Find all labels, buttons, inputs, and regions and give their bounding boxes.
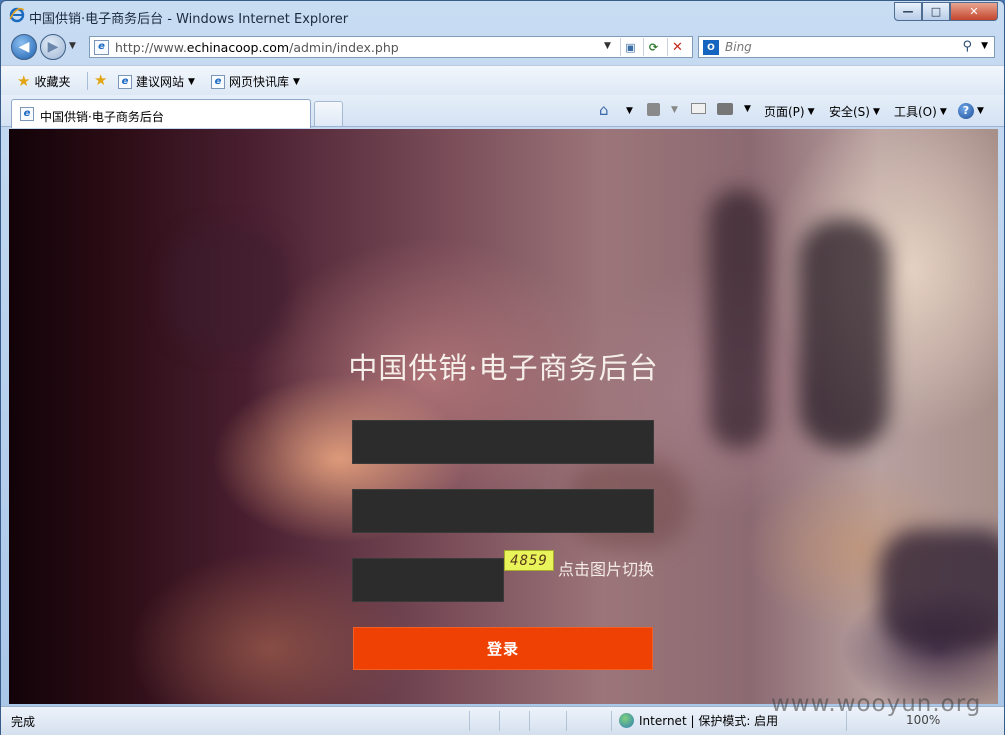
- help-icon: ?: [958, 103, 974, 119]
- ie-window: 中国供销·电子商务后台 - Windows Internet Explorer …: [0, 0, 1005, 735]
- refresh-icon[interactable]: ⟳: [643, 38, 663, 56]
- print-icon: [717, 103, 733, 115]
- chevron-down-icon: ▼: [939, 106, 947, 117]
- help-button[interactable]: ? ▼: [958, 103, 984, 119]
- compatibility-view-icon[interactable]: ▣: [620, 38, 640, 56]
- internet-globe-icon: [619, 713, 634, 728]
- back-button[interactable]: ◀: [11, 34, 37, 60]
- home-button[interactable]: ⌂ ▼: [599, 103, 633, 118]
- safety-menu[interactable]: 安全(S) ▼: [829, 103, 880, 120]
- background-image: [799, 219, 889, 449]
- page-title: 中国供销·电子商务后台: [348, 351, 659, 385]
- favorites-star-icon: ★: [17, 72, 31, 90]
- background-image: [169, 229, 289, 349]
- add-to-favorites-bar-button[interactable]: ★: [94, 73, 107, 88]
- rss-feed-icon: [647, 103, 660, 116]
- background-image: [709, 189, 769, 449]
- favorites-label: 收藏夹: [34, 75, 71, 89]
- login-button[interactable]: 登录: [353, 627, 653, 670]
- divider: [469, 711, 470, 731]
- navigation-bar: ◀ ▶ ▼ e http://www.echinacoop.com/admin/…: [1, 31, 1004, 63]
- captcha-image[interactable]: 4859: [504, 550, 554, 571]
- search-provider-icon: O: [703, 40, 719, 55]
- username-input[interactable]: [352, 420, 654, 464]
- search-box[interactable]: O Bing ⚲ ▼: [698, 36, 995, 58]
- favorites-bar: ★ 收藏夹 ★ e 建议网站 ▼ e 网页快讯库 ▼: [1, 65, 1004, 95]
- ie-page-icon: e: [211, 74, 225, 89]
- address-dropdown-icon[interactable]: ▼: [604, 41, 611, 51]
- watermark: www.wooyun.org: [771, 691, 982, 717]
- address-url[interactable]: http://www.echinacoop.com/admin/index.ph…: [115, 40, 399, 55]
- page-menu[interactable]: 页面(P) ▼: [764, 103, 815, 120]
- close-button[interactable]: ✕: [950, 2, 998, 21]
- maximize-button[interactable]: □: [922, 2, 950, 21]
- ie-page-icon: e: [118, 74, 132, 89]
- title-bar: 中国供销·电子商务后台 - Windows Internet Explorer …: [1, 1, 1004, 31]
- divider: [529, 711, 530, 731]
- window-title: 中国供销·电子商务后台 - Windows Internet Explorer: [29, 12, 349, 27]
- new-tab-button[interactable]: [314, 101, 343, 126]
- stop-icon[interactable]: ✕: [667, 38, 687, 56]
- chevron-down-icon: ▼: [872, 106, 880, 117]
- recent-pages-dropdown-icon[interactable]: ▼: [69, 41, 76, 51]
- favorites-button[interactable]: ★ 收藏夹: [17, 73, 70, 90]
- forward-button[interactable]: ▶: [40, 34, 66, 60]
- divider: [611, 711, 612, 731]
- tab-active[interactable]: e 中国供销·电子商务后台: [11, 99, 311, 128]
- read-mail-button[interactable]: [691, 103, 706, 114]
- background-image: [879, 529, 998, 649]
- safety-menu-label: 安全(S): [829, 105, 870, 119]
- tab-ie-icon: e: [20, 107, 34, 121]
- favorites-item-web-slice-gallery[interactable]: e 网页快讯库 ▼: [211, 73, 300, 90]
- home-icon: ⌂: [599, 101, 609, 119]
- ie-logo-icon: [9, 7, 25, 23]
- fav-label: 网页快讯库: [229, 75, 290, 89]
- divider: [566, 711, 567, 731]
- print-button[interactable]: ▼: [717, 103, 751, 115]
- tab-row: e 中国供销·电子商务后台 ⌂ ▼ ▼ ▼ 页面(P) ▼ 安全(S) ▼ 工具…: [1, 95, 1004, 128]
- page-icon: e: [94, 40, 109, 55]
- captcha-input[interactable]: [352, 558, 504, 602]
- address-bar[interactable]: e http://www.echinacoop.com/admin/index.…: [89, 36, 693, 58]
- chevron-down-icon[interactable]: ▼: [626, 106, 633, 116]
- fav-label: 建议网站: [136, 75, 185, 89]
- divider: [499, 711, 500, 731]
- favorites-item-suggested-sites[interactable]: e 建议网站 ▼: [118, 73, 195, 90]
- minimize-button[interactable]: —: [894, 2, 922, 21]
- add-favorite-star-icon: ★: [94, 71, 108, 89]
- zone-label: Internet | 保护模式: 启用: [639, 714, 779, 728]
- chevron-down-icon[interactable]: ▼: [671, 105, 678, 115]
- tools-menu[interactable]: 工具(O) ▼: [894, 103, 947, 120]
- security-zone[interactable]: Internet | 保护模式: 启用: [619, 712, 778, 729]
- tools-menu-label: 工具(O): [894, 105, 937, 119]
- forward-arrow-icon: ▶: [47, 39, 59, 55]
- page-menu-label: 页面(P): [764, 105, 805, 119]
- search-dropdown-icon[interactable]: ▼: [981, 41, 988, 51]
- chevron-down-icon: ▼: [188, 76, 195, 87]
- back-arrow-icon: ◀: [18, 39, 30, 55]
- mail-icon: [691, 103, 706, 114]
- page-viewport: 中国供销·电子商务后台 4859 点击图片切换 登录: [9, 129, 998, 704]
- chevron-down-icon: ▼: [807, 106, 815, 117]
- captcha-refresh-tip[interactable]: 点击图片切换: [558, 556, 654, 580]
- feeds-button[interactable]: ▼: [647, 103, 678, 116]
- search-icon[interactable]: ⚲: [962, 39, 972, 54]
- chevron-down-icon: ▼: [977, 106, 984, 116]
- divider: [87, 72, 88, 90]
- chevron-down-icon: ▼: [293, 76, 300, 87]
- status-text: 完成: [11, 715, 36, 729]
- search-placeholder[interactable]: Bing: [725, 40, 752, 54]
- chevron-down-icon[interactable]: ▼: [744, 104, 751, 114]
- tab-label: 中国供销·电子商务后台: [40, 110, 164, 124]
- password-input[interactable]: [352, 489, 654, 533]
